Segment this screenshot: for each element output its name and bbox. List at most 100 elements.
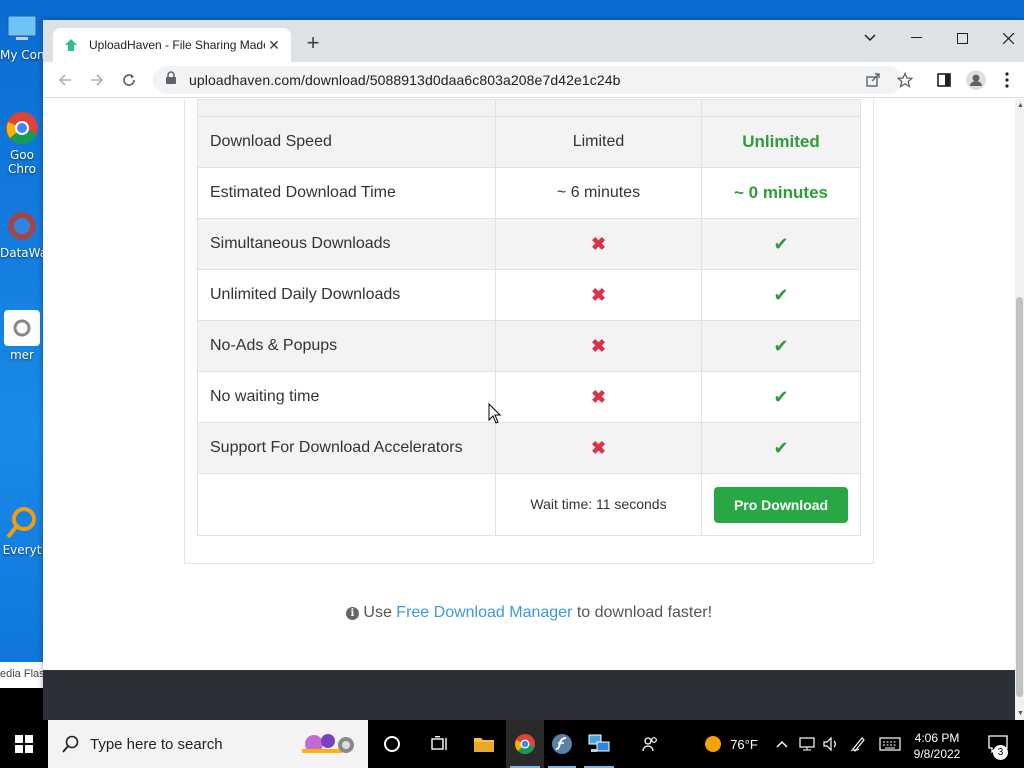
side-panel-icon[interactable] [932,68,956,92]
notification-count-badge: 3 [993,745,1008,760]
flash-player-icon [552,734,572,754]
check-icon: ✔ [773,233,789,254]
table-row: Unlimited Daily Downloads ✖ ✔ [197,269,861,321]
people-icon [642,737,657,752]
check-icon: ✔ [773,335,789,356]
check-icon: ✔ [773,284,789,305]
search-highlight-icon [294,729,360,764]
info-icon: i [345,607,359,620]
tab-title: UploadHaven - File Sharing Made [89,38,265,52]
everything-search-icon [4,505,40,541]
scroll-up-arrow-icon[interactable]: ▲ [1017,102,1024,109]
cross-icon: ✖ [590,233,607,254]
desktop-icon-settings-file[interactable]: mer [0,310,44,362]
close-window-button[interactable] [985,24,1024,52]
start-button[interactable] [0,720,48,768]
people-button[interactable] [636,720,666,768]
browser-window: UploadHaven - File Sharing Made ✕ + uplo… [43,20,1024,720]
network-icon [799,737,815,751]
share-icon[interactable] [861,68,885,92]
clock[interactable]: 4:06 PM 9/8/2022 [906,720,968,768]
taskbar-chrome[interactable] [506,720,544,768]
taskbar-flash-app[interactable] [544,720,580,768]
free-value: Limited [495,116,702,168]
show-hidden-icons-button[interactable] [772,720,792,768]
touch-keyboard-tray[interactable] [876,720,904,768]
tab-uploadhaven[interactable]: UploadHaven - File Sharing Made ✕ [53,28,291,62]
table-row: Simultaneous Downloads ✖ ✔ [197,218,861,270]
feature-label: Simultaneous Downloads [197,218,496,270]
tab-close-icon[interactable]: ✕ [265,36,283,54]
page-footer [43,670,1015,720]
page-scrollbar[interactable]: ▲ ▼ [1015,99,1024,720]
maximize-button[interactable] [939,24,985,52]
page-content: Download Speed Limited Unlimited Estimat… [43,99,1015,720]
profile-avatar-icon[interactable] [964,68,988,92]
clock-time: 4:06 PM [914,731,960,745]
scrollbar-thumb[interactable] [1016,297,1023,697]
pen-icon [850,737,865,752]
taskbar-search-box[interactable]: Type here to search [48,720,368,768]
url-text: uploadhaven.com/download/5088913d0daa6c8… [189,72,621,88]
network-tray[interactable] [796,720,818,768]
mouse-cursor-icon [488,403,502,424]
table-row: Download Speed Limited Unlimited [197,116,861,168]
table-row: No-Ads & Popups ✖ ✔ [197,320,861,372]
address-bar[interactable]: uploadhaven.com/download/5088913d0daa6c8… [153,66,903,94]
background-window-fragment [0,688,44,720]
feature-label: Download Speed [197,116,496,168]
task-view-icon [431,736,447,750]
volume-tray[interactable] [820,720,842,768]
cross-icon: ✖ [590,335,607,356]
taskbar-file-explorer[interactable] [462,720,506,768]
check-icon: ✔ [773,386,789,407]
desktop-icon-computer[interactable]: My Con [0,10,44,62]
table-row: No waiting time ✖ ✔ [197,371,861,423]
table-row [197,99,861,117]
sun-icon [705,736,722,752]
weather-widget[interactable]: 76°F [698,720,764,768]
task-view-button[interactable] [418,720,462,768]
pen-workspace-tray[interactable] [846,720,870,768]
chrome-icon [515,734,535,754]
tab-search-chevron-icon[interactable] [847,24,893,52]
speaker-icon [823,737,836,751]
taskbar: Type here to search 76°F 4:06 PM 9/8/202… [0,720,1024,768]
tab-strip: UploadHaven - File Sharing Made ✕ + [43,20,1024,62]
action-center-button[interactable]: 3 [978,720,1018,768]
forward-button[interactable] [85,68,109,92]
bookmark-star-icon[interactable] [893,68,917,92]
chrome-icon [4,110,40,146]
folder-icon [474,738,494,752]
fdm-prefix: Use [363,604,392,621]
fdm-suffix: to download faster! [576,604,713,621]
pro-download-button[interactable]: Pro Download [714,486,848,523]
pro-value: ~ 0 minutes [701,167,861,219]
windows-logo-icon [15,735,33,753]
feature-label: Estimated Download Time [197,167,496,219]
free-value: ~ 6 minutes [495,167,702,219]
taskbar-network-app[interactable] [580,720,618,768]
flash-window-fragment: edia Flas [0,662,44,688]
lock-icon[interactable] [165,70,177,90]
scroll-down-arrow-icon[interactable]: ▼ [1017,710,1024,717]
feature-label: Unlimited Daily Downloads [197,269,496,321]
new-tab-button[interactable]: + [301,32,325,56]
reload-button[interactable] [117,68,141,92]
desktop-icon-datawarrior[interactable]: DataWa [0,208,44,260]
free-download-manager-link[interactable]: Free Download Manager [396,604,572,621]
table-row: Support For Download Accelerators ✖ ✔ [197,422,861,474]
minimize-button[interactable] [893,24,939,52]
back-button[interactable] [53,68,77,92]
browser-menu-icon[interactable] [995,68,1019,92]
chevron-up-icon [776,740,788,748]
feature-label: No-Ads & Popups [197,320,496,372]
desktop-icon-chrome[interactable]: Goo Chro [0,110,44,176]
pro-value: Unlimited [701,116,861,168]
desktop-icon-everything[interactable]: Everyt [0,505,44,557]
cortana-button[interactable] [372,720,412,768]
cross-icon: ✖ [590,437,607,458]
cross-icon: ✖ [590,284,607,305]
clock-date: 9/8/2022 [913,747,961,761]
feature-label: No waiting time [197,371,496,423]
